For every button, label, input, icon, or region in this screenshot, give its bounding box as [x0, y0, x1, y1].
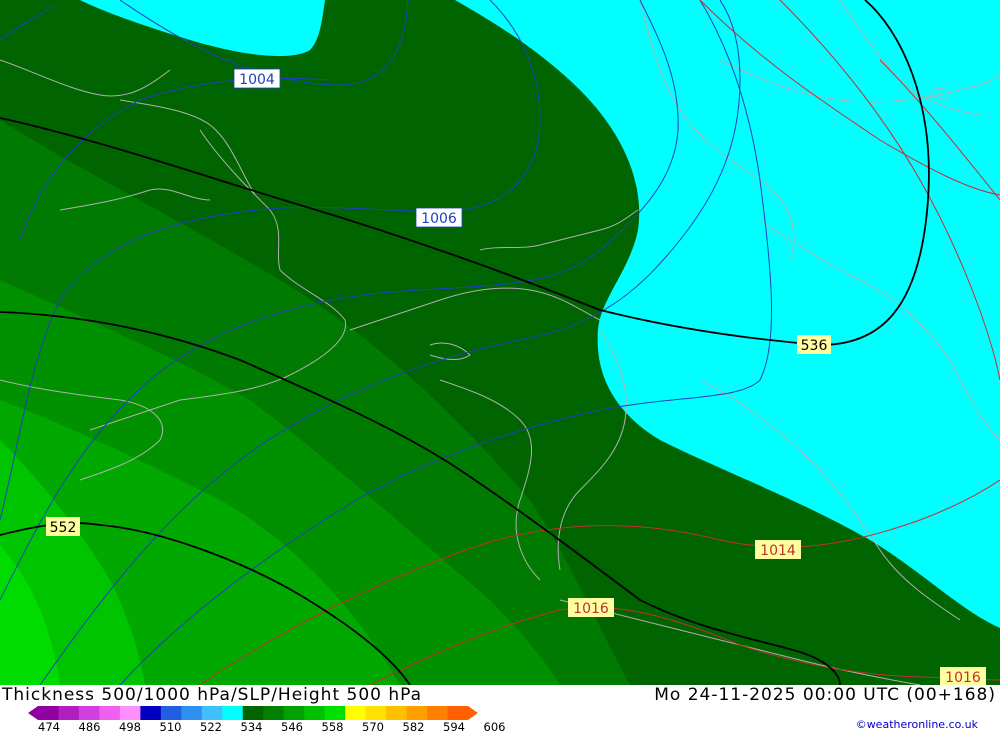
legend-tick-label: 546 [281, 720, 303, 734]
weather-map: 1004 1006 536 552 1014 1016 1016 [0, 0, 1000, 685]
slp-label-1006: 1006 [421, 211, 457, 227]
valid-time: Mo 24-11-2025 00:00 UTC (00+168) [654, 685, 996, 705]
legend-tick-label: 486 [78, 720, 101, 734]
legend-swatch [324, 706, 346, 720]
legend-tick-label: 510 [159, 720, 182, 734]
legend-swatch [406, 706, 428, 720]
legend-tick-label: 534 [240, 720, 263, 734]
legend-swatch [386, 706, 408, 720]
legend-swatch [201, 706, 223, 720]
legend-tick-label: 522 [200, 720, 222, 734]
legend-swatch [447, 706, 469, 720]
legend-swatch [304, 706, 326, 720]
legend-tick-label: 558 [321, 720, 344, 734]
legend-swatch [38, 706, 59, 720]
legend-ticks: 474 486 498 510 522 534 546 558 570 582 594 606 [0, 720, 520, 734]
color-legend [28, 706, 478, 720]
map-title: Thickness 500/1000 hPa/SLP/Height 500 hP… [2, 685, 423, 705]
slp-label-1016: 1016 [573, 601, 609, 617]
legend-tick-label: 474 [38, 720, 60, 734]
map-footer: Thickness 500/1000 hPa/SLP/Height 500 hP… [0, 685, 1000, 734]
thickness-label-552: 552 [50, 520, 77, 536]
legend-tick-label: 570 [362, 720, 384, 734]
legend-swatch [181, 706, 203, 720]
legend-swatch [263, 706, 285, 720]
legend-swatch [222, 706, 244, 720]
legend-swatch [242, 706, 264, 720]
legend-swatch [427, 706, 449, 720]
legend-swatch [160, 706, 182, 720]
legend-tick-label: 498 [119, 720, 141, 734]
legend-arrow-right [468, 706, 478, 720]
slp-label-1014: 1014 [760, 543, 796, 559]
legend-swatch [365, 706, 387, 720]
slp-label-1004: 1004 [239, 72, 275, 88]
legend-swatch [345, 706, 367, 720]
legend-swatch [78, 706, 100, 720]
slp-label-1016-edge: 1016 [945, 670, 981, 685]
thickness-label-536: 536 [801, 338, 828, 354]
legend-swatch [119, 706, 141, 720]
legend-swatch [99, 706, 121, 720]
legend-tick-label: 606 [483, 720, 506, 734]
legend-tick-label: 594 [443, 720, 465, 734]
legend-swatch [140, 706, 162, 720]
legend-swatch [58, 706, 80, 720]
legend-tick-label: 582 [402, 720, 425, 734]
credit: ©weatheronline.co.uk [855, 718, 978, 731]
legend-arrow-left [28, 706, 38, 720]
legend-swatch [283, 706, 305, 720]
